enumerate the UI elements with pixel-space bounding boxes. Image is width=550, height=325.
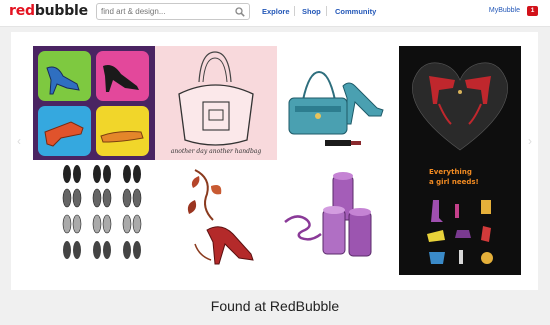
redbubble-logo[interactable]: redbubble <box>9 3 88 19</box>
previous-arrow-icon[interactable]: ‹ <box>17 134 21 148</box>
handbag-caption: another day another handbag <box>170 148 262 155</box>
top-navigation-bar: redbubble Explore Shop Community MyBubbl… <box>0 0 550 27</box>
image-gallery: another day another handbag Everything a… <box>33 46 521 275</box>
nav-shop[interactable]: Shop <box>302 7 321 16</box>
notification-badge[interactable]: 1 <box>527 6 538 16</box>
search-icon[interactable] <box>235 7 245 17</box>
next-arrow-icon[interactable]: › <box>528 134 532 148</box>
gallery-tile-lipsticks[interactable] <box>277 160 399 275</box>
shoes-popart-image <box>33 46 155 160</box>
bag-and-heels-image <box>277 46 399 160</box>
mybubble-link[interactable]: MyBubble <box>489 7 520 14</box>
handbag-sketch-image <box>155 46 277 160</box>
gallery-tile-shoe-grid[interactable] <box>33 160 155 275</box>
nav-divider <box>326 6 327 16</box>
logo-red-text: red <box>9 3 35 19</box>
girl-needs-image <box>427 200 493 264</box>
nav-explore[interactable]: Explore <box>262 7 290 16</box>
floral-heel-image <box>155 160 277 275</box>
heart-heels-image <box>399 46 521 160</box>
gallery-tile-shoes-popart[interactable] <box>33 46 155 160</box>
nav-community[interactable]: Community <box>335 7 376 16</box>
gallery-tile-floral-heel[interactable] <box>155 160 277 275</box>
gallery-tile-bag-and-heels[interactable] <box>277 46 399 160</box>
logo-bubble-text: bubble <box>34 3 88 19</box>
gallery-tile-heart-heels[interactable] <box>399 46 521 160</box>
search-box <box>96 3 250 20</box>
collection-card: ‹ › another day another handbag Everythi… <box>11 32 538 290</box>
shoe-grid-image <box>33 160 155 275</box>
lipsticks-image <box>277 160 399 275</box>
search-input[interactable] <box>101 5 229 18</box>
nav-divider <box>294 6 295 16</box>
gallery-tile-girl-needs[interactable]: Everything a girl needs! <box>399 160 521 275</box>
gallery-tile-handbag-sketch[interactable]: another day another handbag <box>155 46 277 160</box>
footer-caption: Found at RedBubble <box>210 298 340 314</box>
